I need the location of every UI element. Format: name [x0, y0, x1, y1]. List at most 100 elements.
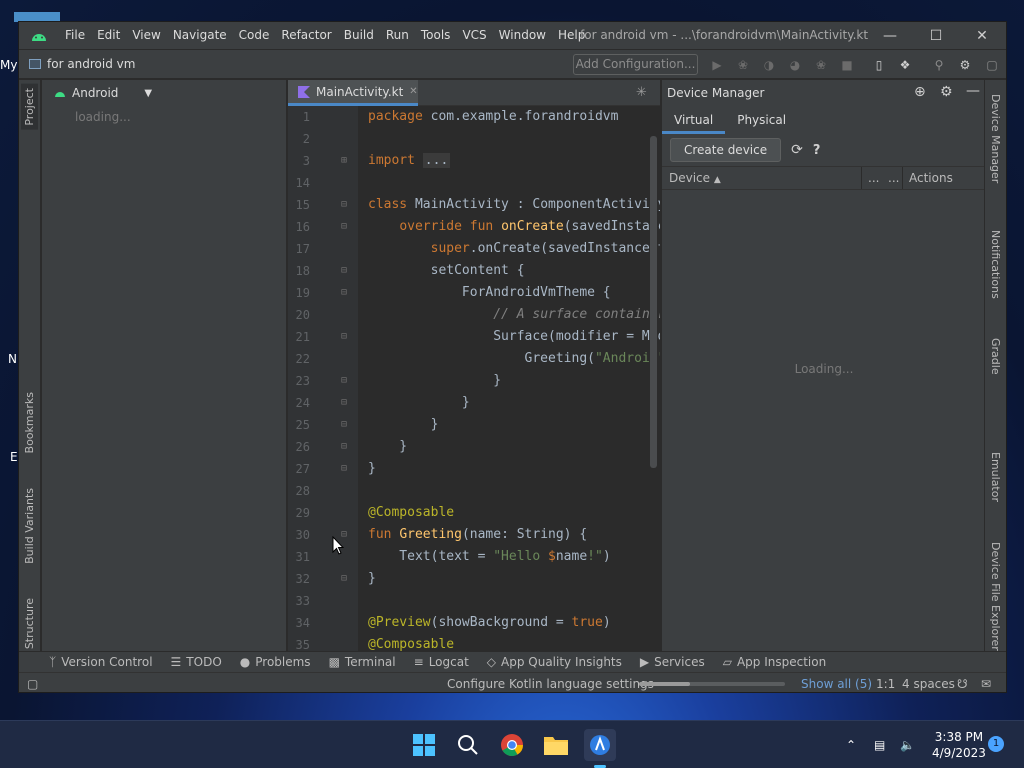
tool-tab-project[interactable]: Project — [21, 84, 38, 130]
close-icon[interactable]: ✕ — [959, 22, 1005, 49]
chrome-app-button[interactable] — [496, 729, 528, 761]
menu-refactor[interactable]: Refactor — [275, 22, 337, 49]
column-device[interactable]: Device ▲ — [669, 171, 721, 185]
attach-debugger-icon[interactable]: ❀ — [813, 57, 829, 73]
feedback-icon[interactable]: ✉ — [981, 673, 991, 692]
code-line: 29 @Composable — [295, 505, 455, 520]
column-size[interactable]: ... — [888, 171, 899, 185]
code-line: 15 ⊟ class MainActivity : ComponentActivit… — [295, 197, 660, 212]
start-button[interactable] — [408, 729, 440, 761]
android-icon: ▱ — [722, 655, 732, 669]
menu-file[interactable]: File — [59, 22, 91, 49]
add-configuration-button[interactable]: Add Configuration... — [573, 54, 698, 75]
network-icon[interactable]: ▤ — [874, 721, 885, 768]
menu-run[interactable]: Run — [380, 22, 415, 49]
code-line: 27 ⊟} — [295, 461, 376, 476]
code-line: 32 ⊟} — [295, 571, 376, 586]
window-title: for android vm - ...\forandroidvm\MainAc… — [580, 28, 869, 42]
tool-services[interactable]: ▶ Services — [640, 655, 705, 669]
status-bar: ▢ Configure Kotlin language settings Sho… — [19, 672, 1006, 692]
hide-panel-icon[interactable]: — — [966, 83, 980, 99]
kotlin-file-icon — [298, 85, 310, 98]
taskbar-search-button[interactable] — [452, 729, 484, 761]
indent-setting[interactable]: 4 spaces — [902, 673, 955, 692]
menu-navigate[interactable]: Navigate — [167, 22, 233, 49]
code-area[interactable]: 1 package com.example.forandroidvm 2 3 ⊞ im… — [288, 106, 660, 668]
device-manager-icon[interactable]: ▯ — [871, 57, 887, 73]
tab-mainactivity[interactable]: MainActivity.kt ✕ — [288, 80, 418, 106]
tool-tab-build-variants[interactable]: Build Variants — [23, 488, 36, 564]
tab-virtual[interactable]: Virtual — [662, 106, 726, 134]
title-bar: File Edit View Navigate Code Refactor Bu… — [19, 22, 1006, 49]
tool-tab-notifications[interactable]: Notifications — [989, 230, 1002, 299]
project-breadcrumb[interactable]: for android vm — [29, 57, 135, 71]
status-message[interactable]: Configure Kotlin language settings — [447, 673, 654, 692]
logcat-icon: ≡ — [413, 655, 424, 669]
tool-tab-gradle[interactable]: Gradle — [989, 338, 1002, 375]
progress-fill — [639, 682, 691, 686]
menu-build[interactable]: Build — [338, 22, 380, 49]
tool-version-control[interactable]: ᛉ Version Control — [49, 655, 153, 669]
menu-tools[interactable]: Tools — [415, 22, 457, 49]
maximize-icon[interactable]: ☐ — [913, 22, 959, 49]
column-api[interactable]: ... — [868, 171, 879, 185]
tool-terminal[interactable]: ▩ Terminal — [329, 655, 396, 669]
android-studio-app-button[interactable] — [584, 729, 616, 761]
folder-icon — [29, 59, 41, 69]
tool-tab-device-manager[interactable]: Device Manager — [989, 94, 1002, 183]
volume-icon[interactable]: 🔈 — [900, 721, 915, 768]
tool-app-inspection[interactable]: ▱ App Inspection — [723, 655, 826, 669]
sdk-manager-icon[interactable]: ❖ — [897, 57, 913, 73]
search-icon[interactable]: ⚲ — [931, 57, 947, 73]
tab-physical[interactable]: Physical — [725, 106, 798, 134]
tool-tab-bookmarks[interactable]: Bookmarks — [23, 392, 36, 453]
create-device-button[interactable]: Create device — [670, 138, 782, 162]
stop-icon[interactable]: ■ — [839, 57, 855, 73]
gear-icon[interactable]: ⚙ — [957, 57, 973, 73]
file-explorer-button[interactable] — [540, 729, 572, 761]
caret-position[interactable]: 1:1 — [876, 673, 895, 692]
project-view-label: Android — [72, 86, 119, 100]
project-name: for android vm — [47, 57, 136, 71]
editor-scrollbar[interactable] — [650, 136, 657, 468]
menu-edit[interactable]: Edit — [91, 22, 126, 49]
gear-icon[interactable]: ⚙ — [940, 84, 953, 100]
branch-icon: ᛉ — [49, 655, 57, 669]
tool-app-quality-insights[interactable]: ◇ App Quality Insights — [487, 655, 622, 669]
tool-tab-structure[interactable]: Structure — [23, 598, 36, 649]
menu-window[interactable]: Window — [493, 22, 552, 49]
menu-vcs[interactable]: VCS — [456, 22, 492, 49]
notification-badge[interactable]: 1 — [988, 736, 1004, 752]
bottom-tool-bar: ᛉ Version Control ☰ TODO ● Problems ▩ Termin… — [19, 651, 1006, 672]
windows-logo-icon — [413, 734, 435, 756]
tool-tab-device-file-explorer[interactable]: Device File Explorer — [989, 542, 1002, 651]
project-view-selector[interactable]: Android ▼ — [42, 80, 286, 106]
debug-icon[interactable]: ❀ — [735, 57, 751, 73]
code-line: 22 Greeting("Android") — [295, 351, 660, 366]
run-icon[interactable]: ▶ — [709, 57, 725, 73]
profile-icon[interactable]: ◕ — [787, 57, 803, 73]
tool-todo[interactable]: ☰ TODO — [171, 655, 222, 669]
refresh-icon[interactable]: ⟳ — [791, 142, 803, 158]
account-icon[interactable]: ▢ — [984, 57, 1000, 73]
chevron-up-icon[interactable]: ⌃ — [846, 721, 856, 768]
menu-view[interactable]: View — [126, 22, 166, 49]
minimize-icon[interactable]: — — [867, 22, 913, 49]
loading-spinner-icon: ✳ — [636, 85, 647, 100]
help-icon[interactable]: ? — [813, 143, 821, 158]
globe-icon[interactable]: ⊕ — [914, 84, 926, 100]
close-tab-icon[interactable]: ✕ — [409, 86, 417, 97]
system-clock[interactable]: 3:38 PM 4/9/2023 — [932, 729, 986, 761]
coverage-icon[interactable]: ◑ — [761, 57, 777, 73]
menu-code[interactable]: Code — [233, 22, 276, 49]
show-all-tasks-link[interactable]: Show all (5) — [801, 673, 872, 692]
tool-logcat[interactable]: ≡ Logcat — [414, 655, 469, 669]
tool-tab-emulator[interactable]: Emulator — [989, 452, 1002, 502]
tool-problems[interactable]: ● Problems — [240, 655, 311, 669]
device-manager-header: Device Manager ⊕ ⚙ — — [662, 80, 986, 106]
toggle-tool-windows-icon[interactable]: ▢ — [27, 673, 38, 692]
background-task-progress[interactable] — [639, 682, 785, 686]
right-tool-stripe: Device Manager Notifications Gradle Emul… — [984, 80, 1006, 668]
lock-icon[interactable]: ☋ — [957, 673, 968, 692]
column-actions[interactable]: Actions — [909, 171, 953, 185]
